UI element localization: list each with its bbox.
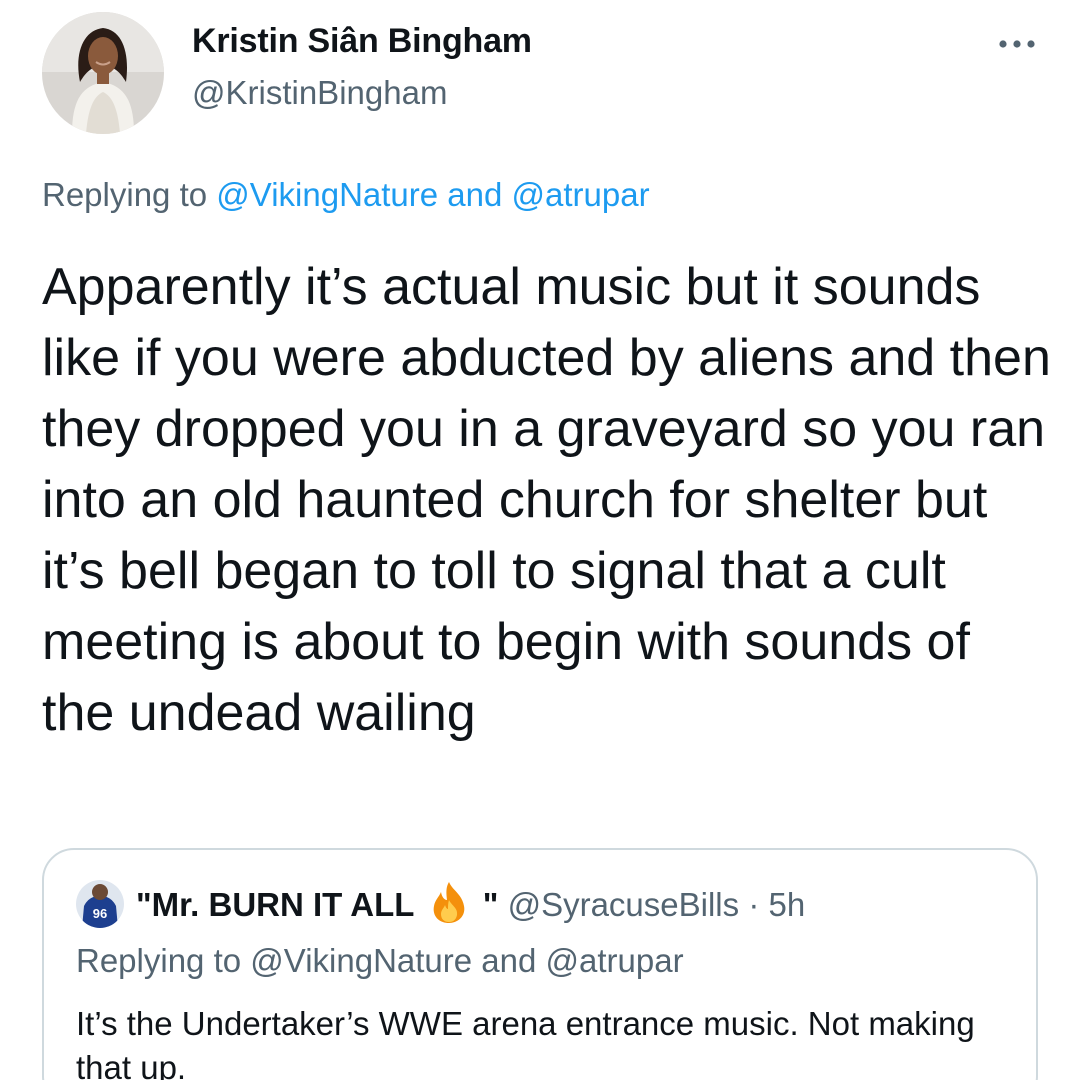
author-display-name[interactable]: Kristin Siân Bingham [192, 22, 532, 61]
mention-link[interactable]: @atrupar [512, 176, 650, 213]
profile-photo-icon [42, 12, 164, 134]
replying-to-label: Replying to [76, 942, 242, 979]
separator-dot: · [748, 886, 760, 923]
quoted-replying-to-line: Replying to @VikingNature and @atrupar [76, 942, 684, 980]
author-handle[interactable]: @KristinBingham [192, 74, 447, 112]
quoted-author-handle[interactable]: @SyracuseBills [508, 886, 740, 923]
author-avatar[interactable] [42, 12, 164, 134]
quoted-timestamp[interactable]: 5h [769, 886, 806, 923]
mention-link[interactable]: @VikingNature [216, 176, 438, 213]
more-horizontal-icon[interactable] [996, 36, 1038, 52]
mention-conjunction: and [481, 942, 537, 979]
quoted-tweet-text: It’s the Undertaker’s WWE arena entrance… [76, 1005, 975, 1080]
mention-text: @atrupar [545, 942, 684, 979]
mention-conjunction[interactable]: and [447, 176, 502, 213]
replying-to-label: Replying to [42, 176, 208, 213]
quoted-tweet-header: "Mr. BURN IT ALL " @SyracuseBills · 5h [136, 880, 805, 929]
quoted-author-name-end[interactable]: " [483, 886, 499, 923]
fire-icon [433, 882, 464, 923]
quoted-author-name[interactable]: "Mr. BURN IT ALL [136, 886, 414, 923]
mention-text: @VikingNature [250, 942, 473, 979]
replying-to-line: Replying to @VikingNature and @atrupar [42, 176, 650, 214]
quoted-tweet-card[interactable]: 96 "Mr. BURN IT ALL " @SyracuseBills · 5… [42, 848, 1038, 1080]
tweet-text: Apparently it’s actual music but it soun… [42, 258, 1051, 742]
tweet-detail: Kristin Siân Bingham @KristinBingham Rep… [0, 0, 1080, 1080]
quoted-author-avatar[interactable]: 96 [76, 880, 124, 928]
svg-text:96: 96 [93, 906, 107, 921]
jersey-photo-icon: 96 [76, 880, 124, 928]
